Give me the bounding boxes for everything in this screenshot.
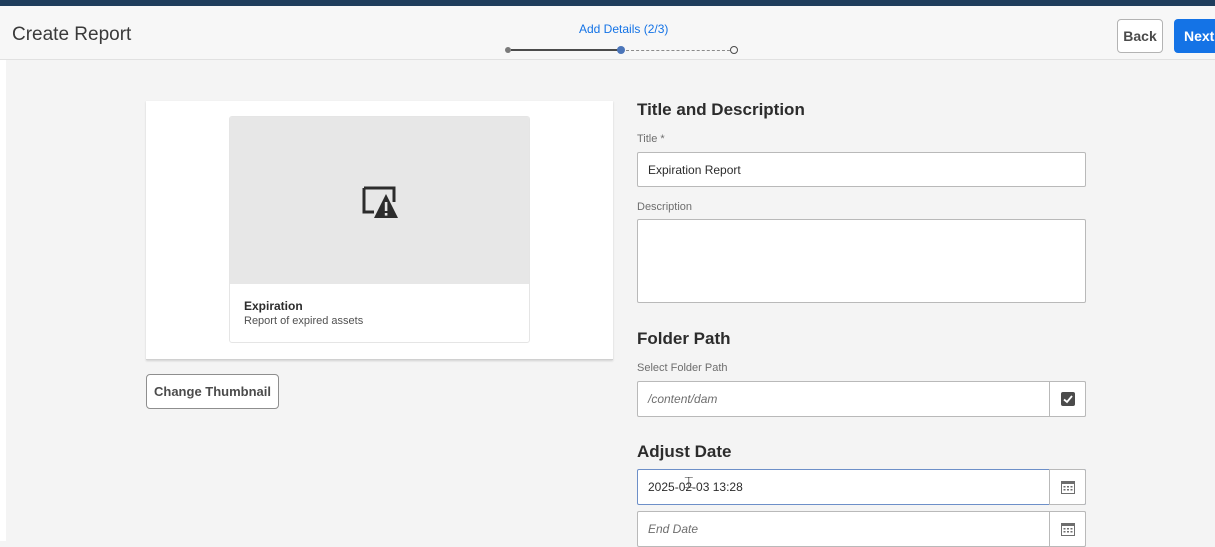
end-date-input[interactable]: End Date [637, 511, 1086, 547]
card-title: Expiration [244, 299, 303, 313]
wizard-step-label: Add Details (2/3) [579, 22, 669, 36]
folder-path-placeholder: /content/dam [648, 392, 718, 406]
wizard-progress [505, 45, 740, 55]
wizard-line-todo [626, 50, 730, 51]
description-label: Description [637, 201, 693, 213]
change-thumbnail-button[interactable]: Change Thumbnail [146, 374, 279, 409]
title-input[interactable]: Expiration Report [637, 152, 1086, 187]
date-section-heading: Adjust Date [637, 442, 732, 461]
thumbnail-panel: Expiration Report of expired assets [146, 101, 613, 360]
title-label: Title * [637, 133, 665, 145]
title-section-heading: Title and Description [637, 100, 805, 119]
header-bar: Create Report Add Details (2/3) Back Nex… [0, 6, 1215, 60]
next-button[interactable]: Next [1174, 19, 1215, 53]
wizard-line-done [511, 49, 619, 51]
left-edge-strip [0, 60, 6, 541]
card-thumbnail [230, 117, 529, 284]
report-card: Expiration Report of expired assets [229, 116, 530, 343]
start-date-value: 2025-02-03 13:28 [648, 480, 743, 494]
back-button[interactable]: Back [1117, 19, 1163, 53]
folder-path-input[interactable]: /content/dam [637, 381, 1086, 417]
end-date-calendar-button[interactable] [1049, 511, 1086, 547]
folder-section-heading: Folder Path [637, 329, 731, 348]
start-date-input[interactable]: 2025-02-03 13:28 [637, 469, 1086, 505]
card-description: Report of expired assets [244, 315, 364, 327]
calendar-icon [1060, 481, 1075, 494]
image-missing-warning-icon [362, 186, 398, 218]
wizard-step-2 [617, 46, 625, 54]
start-date-calendar-button[interactable] [1049, 469, 1086, 505]
title-input-value: Expiration Report [648, 162, 741, 177]
folder-picker-button[interactable] [1049, 381, 1086, 417]
page-title: Create Report [12, 24, 132, 45]
wizard-step-3 [730, 46, 738, 54]
text-cursor-icon: ⌶ [684, 475, 694, 492]
calendar-icon [1060, 523, 1075, 536]
end-date-placeholder: End Date [648, 522, 699, 536]
description-textarea[interactable] [637, 219, 1086, 303]
folder-path-label: Select Folder Path [637, 362, 728, 374]
check-icon [1060, 392, 1075, 406]
